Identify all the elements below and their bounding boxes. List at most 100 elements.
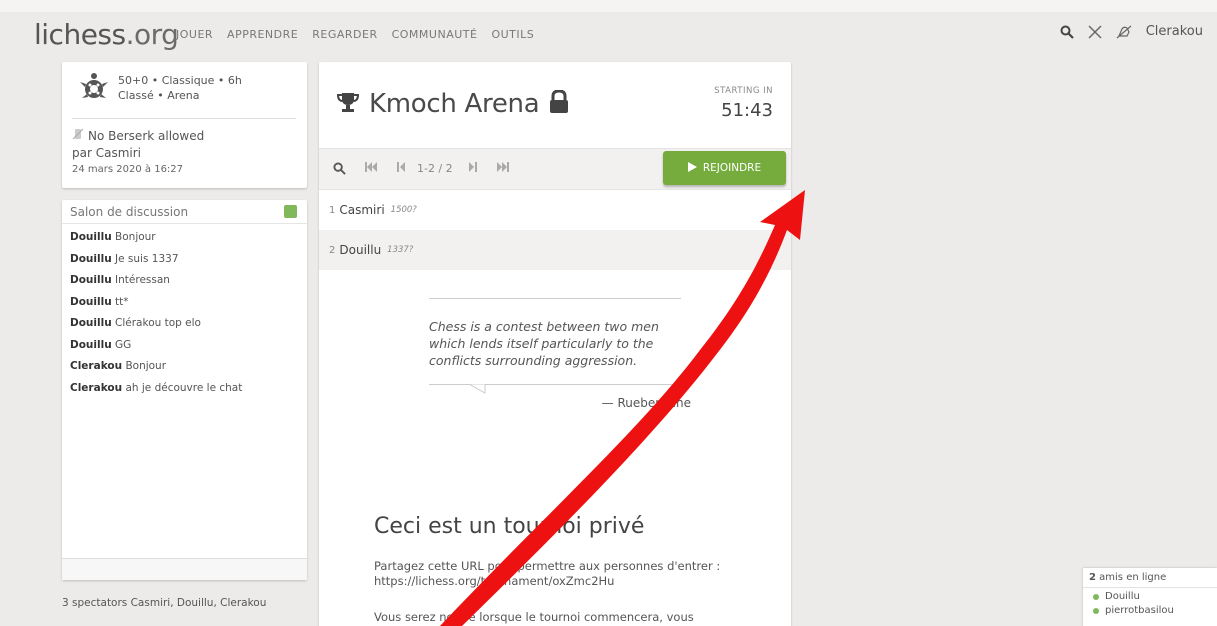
chat-user[interactable]: Douillu — [70, 274, 112, 286]
nav-learn[interactable]: APPRENDRE — [227, 28, 298, 41]
search-player-icon[interactable] — [333, 162, 346, 175]
berserk-text: No Berserk allowed — [88, 128, 205, 143]
chat-user[interactable]: Clerakou — [70, 360, 122, 372]
user-menu[interactable]: Clerakou — [1146, 24, 1203, 39]
chat-user[interactable]: Douillu — [70, 317, 112, 329]
chat-user[interactable]: Douillu — [70, 296, 112, 308]
friend-item[interactable]: Douillu — [1083, 588, 1217, 602]
chat-panel: Salon de discussion Douillu Bonjour Doui… — [62, 200, 307, 580]
table-row[interactable]: 2 Douillu 1337? — [319, 230, 791, 270]
logo-tld: .org — [125, 18, 179, 51]
nav-community[interactable]: COMMUNAUTÉ — [392, 28, 478, 41]
creation-date: 24 mars 2020 à 16:27 — [72, 164, 184, 175]
chat-user[interactable]: Clerakou — [70, 382, 122, 394]
chat-message: Douillu Clérakou top elo — [70, 316, 242, 338]
friend-name: Douillu — [1105, 591, 1140, 602]
chat-message: Douillu tt* — [70, 295, 242, 317]
tournament-mode: Classé • Arena — [118, 89, 200, 102]
quote-text: Chess is a contest between two men which… — [429, 319, 659, 368]
join-label: REJOINDRE — [702, 162, 762, 174]
chat-toggle[interactable] — [284, 205, 297, 218]
starting-label: STARTING IN — [714, 86, 773, 96]
chat-message: Douillu Bonjour — [70, 230, 242, 252]
chat-text: tt* — [115, 295, 129, 308]
nav-watch[interactable]: REGARDER — [312, 28, 377, 41]
countdown-clock: 51:43 — [721, 100, 773, 121]
chat-title: Salon de discussion — [70, 205, 189, 219]
player-name[interactable]: Douillu — [339, 243, 381, 257]
nav-tools[interactable]: OUTILS — [491, 28, 534, 41]
tournament-title: Kmoch Arena — [336, 89, 569, 119]
chat-input[interactable] — [62, 558, 307, 580]
standings-pager: 1-2 / 2 REJOINDRE — [319, 148, 791, 190]
quote-tail — [469, 384, 486, 394]
divider — [72, 118, 296, 119]
private-tournament-desc: Partagez cette URL pour permettre aux pe… — [374, 559, 721, 573]
site-header: lichess.org JOUER APPRENDRE REGARDER COM… — [0, 12, 1217, 58]
chat-message: Douillu Intéressan — [70, 273, 242, 295]
creator: par Casmiri — [72, 146, 141, 160]
page-range: 1-2 / 2 — [417, 162, 453, 175]
search-icon[interactable] — [1060, 25, 1074, 39]
chat-messages: Douillu Bonjour Douillu Je suis 1337 Dou… — [70, 230, 242, 402]
private-tournament-title: Ceci est un tournoi privé — [374, 514, 645, 539]
last-page-icon[interactable] — [497, 162, 509, 172]
player-rank: 1 — [329, 204, 336, 216]
chat-message: Douillu GG — [70, 338, 242, 360]
play-icon — [687, 161, 697, 175]
tournament-info-box: 50+0 • Classique • 6h Classé • Arena No … — [62, 62, 307, 188]
player-rank: 2 — [329, 244, 336, 256]
logo-text: lichess — [34, 18, 126, 51]
trophy-icon — [336, 91, 360, 117]
friends-label: amis en ligne — [1099, 572, 1167, 583]
friends-box[interactable]: 2 amis en ligne Douillu pierrotbasilou — [1083, 568, 1217, 626]
chat-message: Douillu Je suis 1337 — [70, 252, 242, 274]
chat-text: GG — [115, 338, 132, 351]
table-row[interactable]: 1 Casmiri 1500? — [319, 190, 791, 230]
notification-bell-icon[interactable] — [1116, 25, 1132, 39]
chat-user[interactable]: Douillu — [70, 339, 112, 351]
chat-text: Clérakou top elo — [115, 317, 201, 329]
friends-count: 2 — [1089, 572, 1096, 583]
start-countdown: STARTING IN 51:43 — [714, 86, 773, 121]
tournament-url[interactable]: https://lichess.org/tournament/oxZmc2Hu — [374, 574, 614, 588]
chat-user[interactable]: Douillu — [70, 253, 112, 265]
notification-note: Vous serez notifié lorsque le tournoi co… — [374, 610, 694, 624]
player-name[interactable]: Casmiri — [339, 203, 384, 217]
quote-author: — Rueben Fine — [601, 396, 691, 410]
chat-text: Intéressan — [115, 274, 170, 286]
no-berserk-icon — [72, 128, 84, 143]
chat-text: Bonjour — [115, 231, 156, 243]
tournament-panel: Kmoch Arena STARTING IN 51:43 1-2 / 2 RE… — [319, 62, 791, 626]
friend-name: pierrotbasilou — [1105, 605, 1174, 616]
time-control: 50+0 • Classique • 6h — [118, 74, 242, 87]
tournament-name: Kmoch Arena — [369, 89, 540, 119]
classical-turtle-icon — [76, 72, 112, 110]
first-page-icon[interactable] — [365, 162, 377, 172]
nav-play[interactable]: JOUER — [176, 28, 213, 41]
friend-item[interactable]: pierrotbasilou — [1083, 602, 1217, 616]
quote-top-line — [429, 298, 681, 299]
prev-page-icon[interactable] — [397, 162, 405, 172]
spectators-list: 3 spectators Casmiri, Douillu, Clerakou — [62, 597, 267, 609]
chat-text: ah je découvre le chat — [125, 381, 243, 394]
site-logo[interactable]: lichess.org — [34, 18, 179, 51]
chat-header: Salon de discussion — [62, 200, 307, 224]
berserk-rule: No Berserk allowed — [72, 128, 204, 143]
challenge-swords-icon[interactable] — [1088, 25, 1102, 39]
lock-icon — [549, 89, 569, 118]
chat-user[interactable]: Douillu — [70, 231, 112, 243]
chat-message: Clerakou Bonjour — [70, 359, 242, 381]
join-button[interactable]: REJOINDRE — [663, 151, 786, 185]
friends-header[interactable]: 2 amis en ligne — [1083, 568, 1217, 588]
next-page-icon[interactable] — [469, 162, 477, 172]
header-right: Clerakou — [1060, 24, 1203, 39]
quote-bottom-line — [429, 384, 681, 385]
player-rating: 1500? — [390, 205, 417, 215]
player-rating: 1337? — [387, 245, 414, 255]
online-dot-icon — [1093, 593, 1099, 600]
main-nav: JOUER APPRENDRE REGARDER COMMUNAUTÉ OUTI… — [176, 28, 534, 41]
chat-message: Clerakou ah je découvre le chat — [70, 381, 242, 403]
online-dot-icon — [1093, 607, 1099, 614]
top-strip — [0, 0, 1217, 12]
